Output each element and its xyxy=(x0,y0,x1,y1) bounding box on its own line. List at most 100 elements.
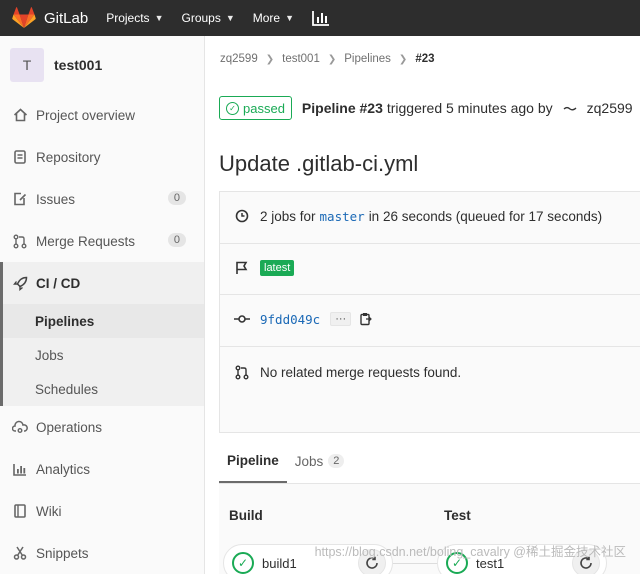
rocket-icon xyxy=(12,275,28,291)
sidebar-subitem-label: Schedules xyxy=(35,381,99,397)
tab-label: Jobs xyxy=(294,453,324,469)
job-name: build1 xyxy=(262,555,297,571)
tab-jobs[interactable]: Jobs 2 xyxy=(287,439,353,483)
nav-more[interactable]: More ▼ xyxy=(253,11,294,25)
sidebar-subitem-pipelines[interactable]: Pipelines xyxy=(0,304,204,338)
sidebar-item-label: Merge Requests xyxy=(36,233,136,249)
jobs-summary-suffix: in 26 seconds (queued for 17 seconds) xyxy=(368,208,603,224)
status-badge[interactable]: ✓ passed xyxy=(219,96,292,120)
divider xyxy=(220,294,640,295)
sidebar: T test001 Project overview Repository Is… xyxy=(0,36,205,574)
sidebar-item-label: Operations xyxy=(36,419,103,435)
breadcrumb-link[interactable]: test001 xyxy=(282,53,320,65)
stage-title-build: Build xyxy=(229,508,263,523)
user-avatar[interactable] xyxy=(561,99,579,117)
issues-icon xyxy=(12,191,28,207)
project-header[interactable]: T test001 xyxy=(0,36,204,94)
pipeline-tabs: Pipeline Jobs 2 xyxy=(219,440,640,484)
cloud-gear-icon xyxy=(12,419,28,435)
nav-groups-label: Groups xyxy=(181,11,221,25)
project-avatar: T xyxy=(10,48,44,82)
bar-chart-icon xyxy=(12,461,28,477)
chevron-right-icon: ❯ xyxy=(265,53,275,65)
no-merge-requests-text: No related merge requests found. xyxy=(260,364,462,380)
chevron-down-icon: ▼ xyxy=(285,13,295,23)
pipeline-status-line: ✓ passed Pipeline #23 triggered 5 minute… xyxy=(219,96,633,120)
watermark: https://blog.csdn.net/boling_cavalry @稀土… xyxy=(314,545,626,559)
branch-link[interactable]: master xyxy=(320,209,365,224)
sidebar-item-label: Issues xyxy=(36,191,76,207)
breadcrumb-current[interactable]: #23 xyxy=(415,53,434,65)
sidebar-item-label: Snippets xyxy=(36,545,89,561)
sidebar-item-analytics[interactable]: Analytics xyxy=(0,448,204,490)
breadcrumb-link[interactable]: zq2599 xyxy=(220,53,258,65)
sidebar-item-label: Analytics xyxy=(36,461,91,477)
commit-sha-link[interactable]: 9fdd049c xyxy=(260,312,320,327)
divider xyxy=(220,346,640,347)
merge-request-icon xyxy=(234,364,250,380)
stage-connector xyxy=(393,563,439,564)
jobs-summary-row: 2 jobs for master in 26 seconds (queued … xyxy=(234,208,602,224)
sidebar-item-ci-cd[interactable]: CI / CD xyxy=(0,262,204,304)
book-icon xyxy=(12,503,28,519)
breadcrumb: zq2599 ❯ test001 ❯ Pipelines ❯ #23 xyxy=(220,53,435,65)
breadcrumb-link[interactable]: Pipelines xyxy=(344,53,391,65)
tanuki-logo-icon xyxy=(12,7,36,28)
merge-requests-row: No related merge requests found. xyxy=(234,364,461,380)
check-circle-icon: ✓ xyxy=(232,552,254,574)
jobs-count-badge: 2 xyxy=(328,454,345,468)
sidebar-subitem-label: Pipelines xyxy=(35,313,95,329)
sidebar-subitem-jobs[interactable]: Jobs xyxy=(0,338,204,372)
main-content: zq2599 ❯ test001 ❯ Pipelines ❯ #23 ✓ pas… xyxy=(206,36,640,574)
triggered-text: triggered 5 minutes ago by xyxy=(386,100,553,116)
nav-projects[interactable]: Projects ▼ xyxy=(106,11,163,25)
commit-icon xyxy=(234,311,250,327)
sidebar-item-snippets[interactable]: Snippets xyxy=(0,532,204,574)
tab-label: Pipeline xyxy=(227,452,279,468)
gitlab-logo[interactable]: GitLab xyxy=(12,7,88,29)
sidebar-item-wiki[interactable]: Wiki xyxy=(0,490,204,532)
sidebar-item-operations[interactable]: Operations xyxy=(0,406,204,448)
scissors-icon xyxy=(12,545,28,561)
nav-projects-label: Projects xyxy=(106,11,150,25)
sidebar-subitem-schedules[interactable]: Schedules xyxy=(0,372,204,406)
sidebar-item-label: CI / CD xyxy=(36,275,81,291)
jobs-summary-prefix: 2 jobs for xyxy=(260,208,316,224)
issues-count-badge: 0 xyxy=(167,191,186,205)
user-link[interactable]: zq2599 xyxy=(587,100,633,116)
status-badge-label: passed xyxy=(243,100,285,116)
sidebar-item-repository[interactable]: Repository xyxy=(0,136,204,178)
sidebar-subitem-label: Jobs xyxy=(35,347,64,363)
nav-groups[interactable]: Groups ▼ xyxy=(181,11,234,25)
latest-badge: latest xyxy=(260,260,295,276)
expand-commit-button[interactable]: ··· xyxy=(330,312,352,326)
clock-icon xyxy=(234,208,250,224)
sidebar-item-merge-requests[interactable]: Merge Requests 0 xyxy=(0,220,204,262)
check-circle-icon: ✓ xyxy=(226,101,239,115)
pipeline-info-box: 2 jobs for master in 26 seconds (queued … xyxy=(219,191,640,433)
flag-icon xyxy=(234,260,250,276)
chevron-down-icon: ▼ xyxy=(225,13,235,23)
sidebar-item-label: Project overview xyxy=(36,107,136,123)
divider xyxy=(220,243,640,244)
sidebar-item-label: Repository xyxy=(36,149,101,165)
sidebar-item-project-overview[interactable]: Project overview xyxy=(0,94,204,136)
chevron-right-icon: ❯ xyxy=(327,53,337,65)
project-name: test001 xyxy=(54,57,103,73)
tab-pipeline[interactable]: Pipeline xyxy=(219,439,287,483)
chevron-right-icon: ❯ xyxy=(398,53,408,65)
pipeline-graph: Build Test ✓ build1 ✓ test1 xyxy=(219,484,640,574)
sidebar-item-label: Wiki xyxy=(36,503,62,519)
top-navbar: GitLab Projects ▼ Groups ▼ More ▼ xyxy=(0,0,640,36)
clipboard-icon[interactable] xyxy=(359,312,373,326)
sidebar-item-issues[interactable]: Issues 0 xyxy=(0,178,204,220)
bar-chart-icon[interactable] xyxy=(312,10,330,26)
document-icon xyxy=(12,149,28,165)
nav-more-label: More xyxy=(252,11,281,25)
stage-title-test: Test xyxy=(444,508,471,523)
pipeline-link[interactable]: Pipeline #23 xyxy=(302,100,383,116)
tag-row: latest xyxy=(234,260,295,276)
commit-row: 9fdd049c ··· xyxy=(234,311,373,327)
brand-name: GitLab xyxy=(44,9,89,27)
page-title: Update .gitlab-ci.yml xyxy=(219,151,419,176)
